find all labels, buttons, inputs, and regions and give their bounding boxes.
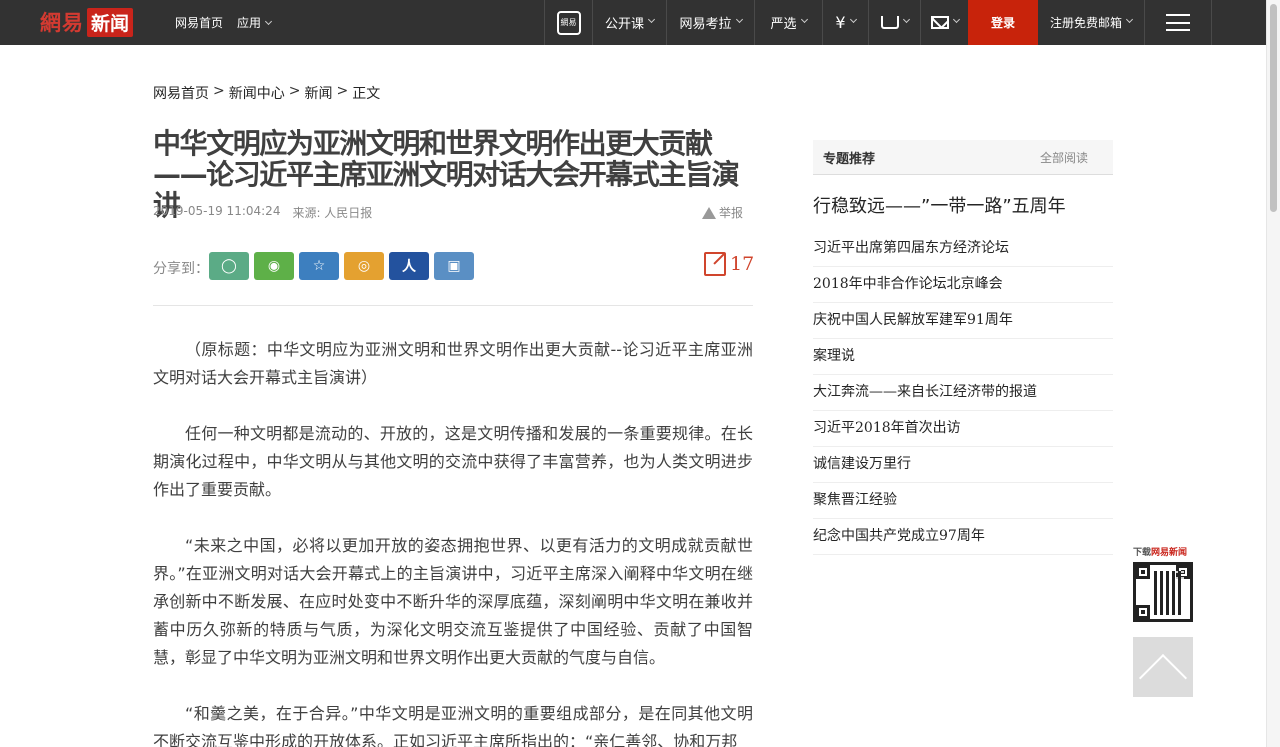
share-qq-button[interactable]: ◯ — [209, 252, 249, 280]
open-course-dropdown[interactable]: 公开课 — [592, 0, 666, 45]
breadcrumb: 网易首页 > 新闻中心 > 新闻 > 正文 — [153, 83, 380, 103]
yanxuan-label: 严选 — [770, 17, 797, 32]
star-icon: ☆ — [312, 258, 326, 274]
register-label: 注册免费邮箱 — [1049, 16, 1122, 30]
breadcrumb-separator: > — [336, 83, 349, 99]
article-paragraph: 任何一种文明都是流动的、开放的，这是文明传播和发展的一条重要规律。在长期演化过程… — [153, 424, 753, 499]
kaola-label: 网易考拉 — [679, 17, 732, 32]
download-app-label: 下载网易新闻 — [1133, 545, 1187, 558]
divider — [153, 305, 753, 306]
topic-recommend-heading: 专题推荐 — [823, 151, 876, 167]
scrollbar-thumb[interactable] — [1270, 4, 1277, 212]
logo-netease: 網易 — [40, 10, 84, 35]
article-paragraph: “和羹之美，在于合异。”中华文明是亚洲文明的重要组成部分，是在同其他文明不断交流… — [153, 704, 753, 747]
nav-home-link[interactable]: 网易首页 — [175, 14, 223, 31]
renren-icon: 人 — [402, 259, 416, 275]
share-buttons: ◯ ◉ ☆ ◎ 人 ▣ — [209, 252, 474, 280]
share-renren-button[interactable]: 人 — [389, 252, 429, 280]
breadcrumb-separator: > — [213, 83, 225, 99]
back-to-top-button[interactable] — [1133, 637, 1193, 697]
report-link[interactable]: 举报 — [702, 204, 743, 221]
article-source[interactable]: 来源: 人民日报 — [292, 204, 372, 221]
logo-news: 新闻 — [87, 7, 134, 37]
nav-apps-label: 应用 — [237, 16, 262, 30]
share-qzone-button[interactable]: ☆ — [299, 252, 339, 280]
phone-icon-label: 網易 — [560, 18, 577, 27]
qr-finder — [1136, 565, 1150, 579]
qr-code — [1133, 562, 1193, 622]
edit-comment-icon — [704, 252, 726, 276]
warning-icon — [702, 206, 716, 219]
chevron-down-icon — [952, 15, 960, 24]
chevron-down-icon — [735, 15, 743, 24]
topic-list-item[interactable]: 纪念中国共产党成立97周年 — [813, 519, 1113, 555]
breadcrumb-news[interactable]: 新闻 — [304, 83, 332, 103]
share-label: 分享到： — [153, 261, 209, 277]
breadcrumb-home[interactable]: 网易首页 — [153, 83, 209, 103]
nav-apps-dropdown[interactable]: 应用 — [237, 14, 273, 31]
qq-icon: ◯ — [221, 258, 237, 274]
read-all-link[interactable]: 全部阅读 — [1040, 149, 1088, 166]
finance-dropdown[interactable]: ¥ — [822, 0, 868, 45]
mail-icon — [930, 16, 949, 29]
article-paragraph: “未来之中国，必将以更加开放的姿态拥抱世界、以更有活力的文明成就贡献世界。”在亚… — [153, 536, 753, 667]
topic-list-item[interactable]: 大江奔流——来自长江经济带的报道 — [813, 375, 1113, 411]
mobile-app-button[interactable]: 網易 — [544, 0, 592, 45]
topic-list-item[interactable]: 习近平2018年首次出访 — [813, 411, 1113, 447]
article-body: （原标题：中华文明应为亚洲文明和世界文明作出更大贡献--论习近平主席亚洲文明对话… — [153, 336, 753, 747]
topic-list-item[interactable]: 聚焦晋江经验 — [813, 483, 1113, 519]
cart-icon — [880, 16, 899, 29]
breadcrumb-news-center[interactable]: 新闻中心 — [229, 83, 285, 103]
wechat-icon: ◉ — [267, 258, 281, 274]
share-wechat-button[interactable]: ◉ — [254, 252, 294, 280]
phone-icon: 網易 — [556, 10, 581, 35]
login-button[interactable]: 登录 — [968, 0, 1038, 45]
app-name-label: 网易新闻 — [1151, 548, 1188, 558]
yanxuan-dropdown[interactable]: 严选 — [754, 0, 822, 45]
article-meta: 2019-05-19 11:04:24 来源: 人民日报 — [153, 204, 372, 221]
qr-finder — [1136, 605, 1150, 619]
share-weibo-button[interactable]: ◎ — [344, 252, 384, 280]
topic-title[interactable]: 行稳致远——”一带一路”五周年 — [813, 192, 1066, 218]
chevron-down-icon — [647, 15, 656, 24]
chevron-down-icon — [264, 17, 273, 26]
breadcrumb-current: 正文 — [352, 86, 381, 102]
netease-news-logo[interactable]: 網易 新闻 — [40, 7, 134, 37]
article-paragraph: （原标题：中华文明应为亚洲文明和世界文明作出更大贡献--论习近平主席亚洲文明对话… — [153, 340, 753, 387]
topic-list-item[interactable]: 诚信建设万里行 — [813, 447, 1113, 483]
chevron-down-icon — [1125, 15, 1134, 24]
register-email-dropdown[interactable]: 注册免费邮箱 — [1038, 0, 1144, 45]
hamburger-icon — [1166, 14, 1190, 31]
share-lofter-button[interactable]: ▣ — [434, 252, 474, 280]
chevron-down-icon — [800, 15, 808, 24]
qr-modules — [1154, 571, 1184, 615]
nav-left: 网易首页 应用 — [175, 0, 273, 45]
topic-list-item[interactable]: 2018年中非合作论坛北京峰会 — [813, 267, 1113, 303]
yen-icon: ¥ — [835, 13, 846, 32]
top-navbar: 網易 新闻 网易首页 应用 網易 公开课 网易考拉 严选 ¥ 登录 注册免费邮箱 — [0, 0, 1266, 45]
nav-right: 網易 公开课 网易考拉 严选 ¥ 登录 注册免费邮箱 — [544, 0, 1212, 45]
chevron-down-icon — [902, 15, 910, 24]
kaola-dropdown[interactable]: 网易考拉 — [666, 0, 754, 45]
cart-dropdown[interactable] — [868, 0, 920, 45]
report-label: 举报 — [719, 206, 744, 220]
mail-dropdown[interactable] — [920, 0, 968, 45]
open-course-label: 公开课 — [604, 17, 644, 32]
breadcrumb-separator: > — [288, 83, 301, 99]
topic-list-item[interactable]: 案理说 — [813, 339, 1113, 375]
comment-button[interactable]: 17 — [704, 252, 754, 276]
publish-time: 2019-05-19 11:04:24 — [153, 204, 281, 218]
topic-list: 习近平出席第四届东方经济论坛 2018年中非合作论坛北京峰会 庆祝中国人民解放军… — [813, 231, 1113, 555]
topic-list-item[interactable]: 庆祝中国人民解放军建军91周年 — [813, 303, 1113, 339]
comment-count: 17 — [730, 253, 755, 275]
chevron-down-icon — [849, 15, 857, 24]
page-scrollbar[interactable] — [1266, 0, 1280, 747]
download-label: 下载 — [1133, 548, 1152, 558]
topic-list-item[interactable]: 习近平出席第四届东方经济论坛 — [813, 231, 1113, 267]
lofter-icon: ▣ — [447, 258, 461, 274]
topic-recommend-header: 专题推荐 全部阅读 — [813, 140, 1113, 175]
weibo-icon: ◎ — [357, 258, 371, 274]
menu-button[interactable] — [1144, 0, 1212, 45]
